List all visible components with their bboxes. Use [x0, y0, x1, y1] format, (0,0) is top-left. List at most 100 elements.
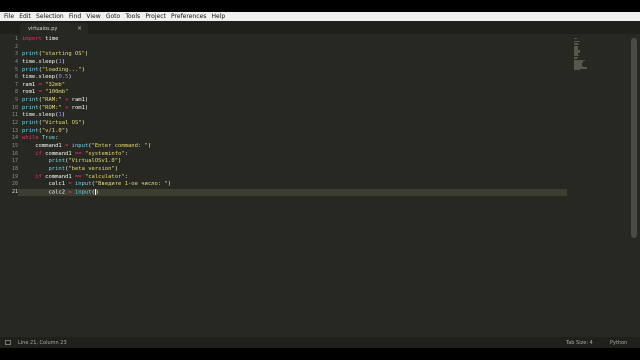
file-tab[interactable]: virtualos.py × — [20, 23, 88, 34]
menu-help[interactable]: Help — [209, 12, 228, 21]
code-line[interactable] — [22, 44, 562, 52]
code-token: input — [74, 189, 92, 196]
panel-toggle-icon[interactable] — [5, 340, 11, 345]
code-token: "calculator" — [84, 173, 125, 180]
code-token: "VirtualOSv1.0" — [68, 158, 119, 165]
code-token: : — [124, 173, 128, 180]
line-number: 9 — [14, 97, 18, 104]
minimap-line — [574, 38, 578, 40]
code-token: print — [22, 104, 39, 111]
line-number: 6 — [14, 74, 18, 81]
code-line[interactable]: print("v/1.0") — [22, 128, 562, 136]
code-line[interactable]: print("VirtualOSv1.0") — [22, 158, 562, 166]
line-number: 7 — [14, 81, 18, 88]
line-number: 3 — [14, 51, 18, 58]
menu-preferences[interactable]: Preferences — [168, 12, 208, 21]
code-token: ) — [147, 142, 152, 149]
code-token: rom1) — [68, 104, 89, 111]
line-number: 16 — [11, 150, 18, 157]
code-token: 0.5 — [58, 74, 69, 81]
line-number: 18 — [11, 165, 18, 172]
code-line[interactable]: print("loading...") — [22, 67, 562, 75]
code-token: "Введите 1-ое число: " — [94, 181, 168, 188]
code-token: rom1 — [22, 89, 39, 96]
code-token: command1 — [41, 173, 75, 180]
menu-view[interactable]: View — [84, 12, 103, 21]
menu-find[interactable]: Find — [66, 12, 83, 21]
code-token: ) — [61, 58, 66, 65]
code-token: ) — [84, 51, 89, 58]
code-token: ram1 — [22, 81, 39, 88]
code-token: while — [22, 135, 39, 142]
code-token: ) — [81, 120, 85, 127]
code-token: time.sleep( — [22, 58, 59, 65]
menu-edit[interactable]: Edit — [17, 12, 34, 21]
code-line[interactable]: calc1 = input("Введите 1-ое число: ") — [22, 181, 562, 189]
menu-file[interactable]: File — [0, 12, 17, 21]
code-editor[interactable]: 1 2 3 4 5 6 7 8 9 10 11 12 13 14 15 16 17 18 19 20 21 import… — [0, 34, 640, 337]
tab-size-indicator[interactable]: Tab Size: 4 — [566, 340, 593, 346]
line-number-gutter: 1 2 3 4 5 6 7 8 9 10 11 12 13 14 15 16 17 18 19 20 21 — [0, 36, 18, 196]
code-area[interactable]: import time print("starting OS") time.slee… — [18, 36, 567, 197]
code-token: print — [22, 51, 39, 58]
cursor-position: Line 21, Column 23 — [18, 340, 67, 346]
menu-project[interactable]: Project — [143, 12, 169, 21]
menu-selection[interactable]: Selection — [33, 12, 66, 21]
code-token: "starting OS" — [41, 51, 85, 58]
line-number: 15 — [11, 142, 18, 149]
code-token: "ROM:" — [41, 104, 62, 111]
line-number: 14 — [11, 135, 18, 142]
code-line[interactable]: import time — [22, 36, 562, 44]
code-line[interactable]: calc2 = input() — [18, 188, 567, 197]
line-number: 20 — [11, 181, 18, 188]
syntax-indicator[interactable]: Python — [610, 340, 627, 346]
code-line[interactable]: print("Virtual OS") — [22, 120, 562, 128]
code-line[interactable]: print("starting OS") — [22, 51, 562, 59]
code-token: if — [35, 150, 42, 157]
code-line[interactable]: time.sleep(0.5) — [22, 74, 562, 82]
code-line[interactable]: print("ROM:" + rom1) — [22, 105, 562, 113]
code-line[interactable]: print("beta version") — [22, 166, 562, 174]
close-icon[interactable]: × — [77, 25, 82, 32]
code-token: "100mb" — [45, 89, 69, 96]
tab-bar: virtualos.py × — [0, 21, 640, 34]
code-line[interactable]: rom1 = "100mb" — [22, 89, 562, 97]
code-token: : — [124, 150, 128, 157]
code-line[interactable]: if command1 == "systeminfo": — [22, 151, 562, 159]
menu-bar: File Edit Selection Find View Goto Tools Projec… — [0, 12, 640, 21]
code-token: print — [22, 120, 39, 127]
code-token: print — [22, 127, 39, 134]
code-line[interactable]: print("RAM:" + ram1) — [22, 97, 562, 105]
line-number: 19 — [11, 173, 18, 180]
code-token: calc1 — [22, 181, 69, 188]
code-line[interactable]: command1 = input("Enter command: ") — [22, 143, 562, 151]
code-token: input — [71, 142, 89, 149]
code-line[interactable]: if command1 == "calculator": — [22, 174, 562, 182]
code-line[interactable]: time.sleep(1) — [22, 59, 562, 67]
code-token: ) — [114, 165, 119, 172]
code-token: ) — [95, 189, 99, 196]
code-token: time.sleep( — [22, 112, 59, 119]
menu-goto[interactable]: Goto — [103, 12, 123, 21]
code-token: "systeminfo" — [84, 150, 125, 157]
code-token: if — [35, 173, 42, 180]
menu-tools[interactable]: Tools — [123, 12, 143, 21]
code-token: time.sleep( — [22, 74, 59, 81]
code-line[interactable]: while True: — [22, 135, 562, 143]
minimap[interactable] — [574, 38, 588, 71]
minimap-line — [574, 68, 581, 71]
code-token: print — [22, 97, 39, 104]
line-number: 11 — [11, 112, 18, 119]
code-token: calc2 — [22, 189, 69, 196]
code-line[interactable]: time.sleep(1) — [22, 112, 562, 120]
code-token: "RAM:" — [41, 97, 62, 104]
vertical-scrollbar[interactable] — [631, 38, 637, 238]
code-token: "Enter command: " — [91, 142, 148, 149]
code-token: "loading..." — [41, 66, 82, 73]
code-line[interactable]: ram1 = "32mb" — [22, 82, 562, 90]
code-token: ) — [68, 74, 72, 81]
